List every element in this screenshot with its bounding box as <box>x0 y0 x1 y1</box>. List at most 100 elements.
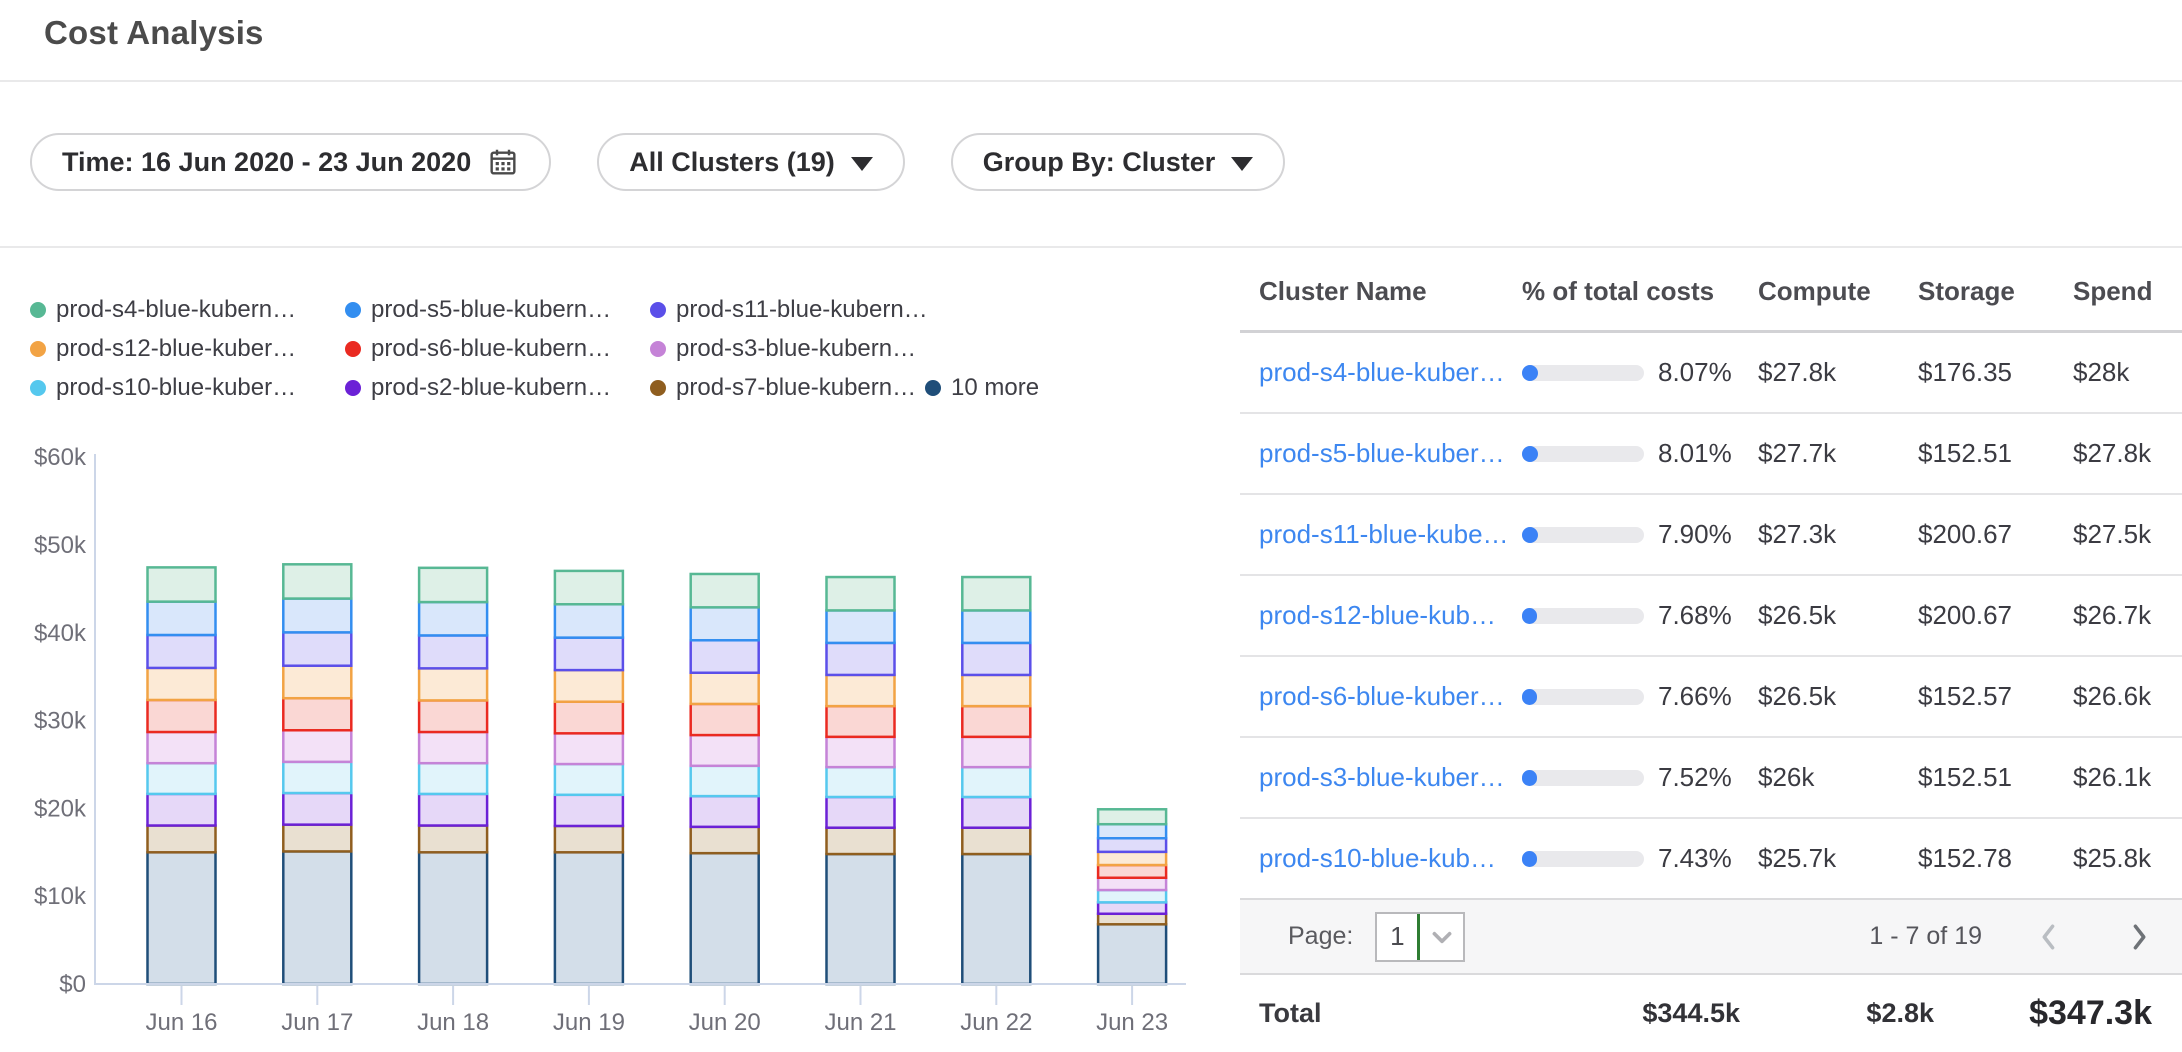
bar-segment[interactable] <box>1098 924 1166 984</box>
bar-segment[interactable] <box>962 828 1030 854</box>
bar-segment[interactable] <box>148 668 216 700</box>
bar-segment[interactable] <box>962 610 1030 642</box>
bar-segment[interactable] <box>283 851 351 984</box>
bar-segment[interactable] <box>555 764 623 795</box>
previous-page-button[interactable] <box>2032 917 2066 957</box>
cluster-name-link[interactable]: prod-s5-blue-kubern… <box>1259 414 1509 493</box>
bar-segment[interactable] <box>827 854 895 984</box>
cluster-name-link[interactable]: prod-s6-blue-kubern… <box>1259 657 1509 736</box>
bar-segment[interactable] <box>1098 852 1166 865</box>
bar-segment[interactable] <box>691 640 759 672</box>
bar-segment[interactable] <box>962 737 1030 767</box>
bar-segment[interactable] <box>691 853 759 984</box>
bar-segment[interactable] <box>555 826 623 852</box>
bar-segment[interactable] <box>419 794 487 826</box>
bar-segment[interactable] <box>419 852 487 984</box>
bar-segment[interactable] <box>691 574 759 607</box>
bar-segment[interactable] <box>962 797 1030 828</box>
bar-segment[interactable] <box>148 794 216 826</box>
bar-segment[interactable] <box>555 702 623 734</box>
bar-segment[interactable] <box>283 698 351 730</box>
bar-segment[interactable] <box>555 795 623 826</box>
cluster-name-link[interactable]: prod-s3-blue-kubern… <box>1259 738 1509 817</box>
cluster-name-link[interactable]: prod-s4-blue-kubern… <box>1259 333 1509 412</box>
group-by-dropdown[interactable]: Group By: Cluster <box>951 133 1286 191</box>
bar-segment[interactable] <box>827 828 895 854</box>
bar-segment[interactable] <box>827 797 895 828</box>
bar-segment[interactable] <box>148 826 216 853</box>
bar-segment[interactable] <box>555 638 623 670</box>
bar-segment[interactable] <box>148 763 216 794</box>
bar-segment[interactable] <box>148 852 216 984</box>
bar-segment[interactable] <box>1098 902 1166 913</box>
bar-segment[interactable] <box>691 766 759 796</box>
legend-item[interactable]: prod-s2-blue-kubern… <box>345 372 611 404</box>
bar-segment[interactable] <box>283 762 351 793</box>
bar-segment[interactable] <box>148 635 216 668</box>
cluster-name-link[interactable]: prod-s10-blue-kuber… <box>1259 819 1509 898</box>
legend-item[interactable]: prod-s4-blue-kubern… <box>30 294 296 326</box>
bar-segment[interactable] <box>691 827 759 853</box>
next-page-button[interactable] <box>2122 917 2156 957</box>
bar-segment[interactable] <box>962 767 1030 797</box>
legend-item[interactable]: prod-s7-blue-kubern… <box>650 372 916 404</box>
legend-item[interactable]: prod-s6-blue-kubern… <box>345 333 611 365</box>
time-range-filter-button[interactable]: Time: 16 Jun 2020 - 23 Jun 2020 <box>30 133 551 191</box>
bar-segment[interactable] <box>419 732 487 763</box>
bar-segment[interactable] <box>419 668 487 700</box>
bar-segment[interactable] <box>962 577 1030 610</box>
bar-segment[interactable] <box>283 632 351 665</box>
cluster-name-link[interactable]: prod-s11-blue-kuber… <box>1259 495 1509 574</box>
bar-segment[interactable] <box>827 610 895 642</box>
cluster-name-link[interactable]: prod-s12-blue-kuber… <box>1259 576 1509 655</box>
bar-segment[interactable] <box>283 599 351 633</box>
bar-segment[interactable] <box>691 673 759 704</box>
bar-segment[interactable] <box>827 737 895 767</box>
bar-segment[interactable] <box>1098 865 1166 878</box>
bar-segment[interactable] <box>555 733 623 764</box>
bar-segment[interactable] <box>419 635 487 668</box>
page-select[interactable]: 1 <box>1375 912 1465 962</box>
bar-segment[interactable] <box>419 568 487 602</box>
bar-segment[interactable] <box>555 670 623 702</box>
bar-segment[interactable] <box>962 675 1030 706</box>
bar-segment[interactable] <box>827 767 895 797</box>
bar-segment[interactable] <box>283 564 351 598</box>
bar-segment[interactable] <box>827 675 895 706</box>
bar-segment[interactable] <box>148 567 216 601</box>
bar-segment[interactable] <box>827 706 895 737</box>
legend-item[interactable]: prod-s5-blue-kubern… <box>345 294 611 326</box>
legend-item[interactable]: prod-s3-blue-kubern… <box>650 333 916 365</box>
bar-segment[interactable] <box>1098 890 1166 902</box>
bar-segment[interactable] <box>419 826 487 853</box>
legend-item[interactable]: prod-s10-blue-kuber… <box>30 372 296 404</box>
bar-segment[interactable] <box>1098 878 1166 890</box>
bar-segment[interactable] <box>827 577 895 610</box>
bar-segment[interactable] <box>691 704 759 735</box>
bar-segment[interactable] <box>962 706 1030 737</box>
legend-item[interactable]: prod-s11-blue-kubern… <box>650 294 928 326</box>
bar-segment[interactable] <box>419 602 487 635</box>
bar-segment[interactable] <box>827 643 895 675</box>
bar-segment[interactable] <box>962 854 1030 984</box>
bar-segment[interactable] <box>1098 809 1166 824</box>
bar-segment[interactable] <box>148 700 216 732</box>
clusters-filter-dropdown[interactable]: All Clusters (19) <box>597 133 905 191</box>
bar-segment[interactable] <box>283 666 351 698</box>
bar-segment[interactable] <box>148 602 216 635</box>
bar-segment[interactable] <box>691 796 759 827</box>
bar-segment[interactable] <box>691 735 759 766</box>
bar-segment[interactable] <box>555 604 623 637</box>
bar-segment[interactable] <box>419 700 487 732</box>
bar-segment[interactable] <box>1098 914 1166 925</box>
bar-segment[interactable] <box>419 763 487 794</box>
legend-item[interactable]: prod-s12-blue-kuber… <box>30 333 296 365</box>
bar-segment[interactable] <box>555 571 623 604</box>
bar-segment[interactable] <box>962 643 1030 675</box>
bar-segment[interactable] <box>1098 838 1166 852</box>
bar-segment[interactable] <box>148 732 216 763</box>
bar-segment[interactable] <box>283 793 351 825</box>
bar-segment[interactable] <box>691 607 759 640</box>
bar-segment[interactable] <box>283 825 351 852</box>
bar-segment[interactable] <box>1098 824 1166 838</box>
